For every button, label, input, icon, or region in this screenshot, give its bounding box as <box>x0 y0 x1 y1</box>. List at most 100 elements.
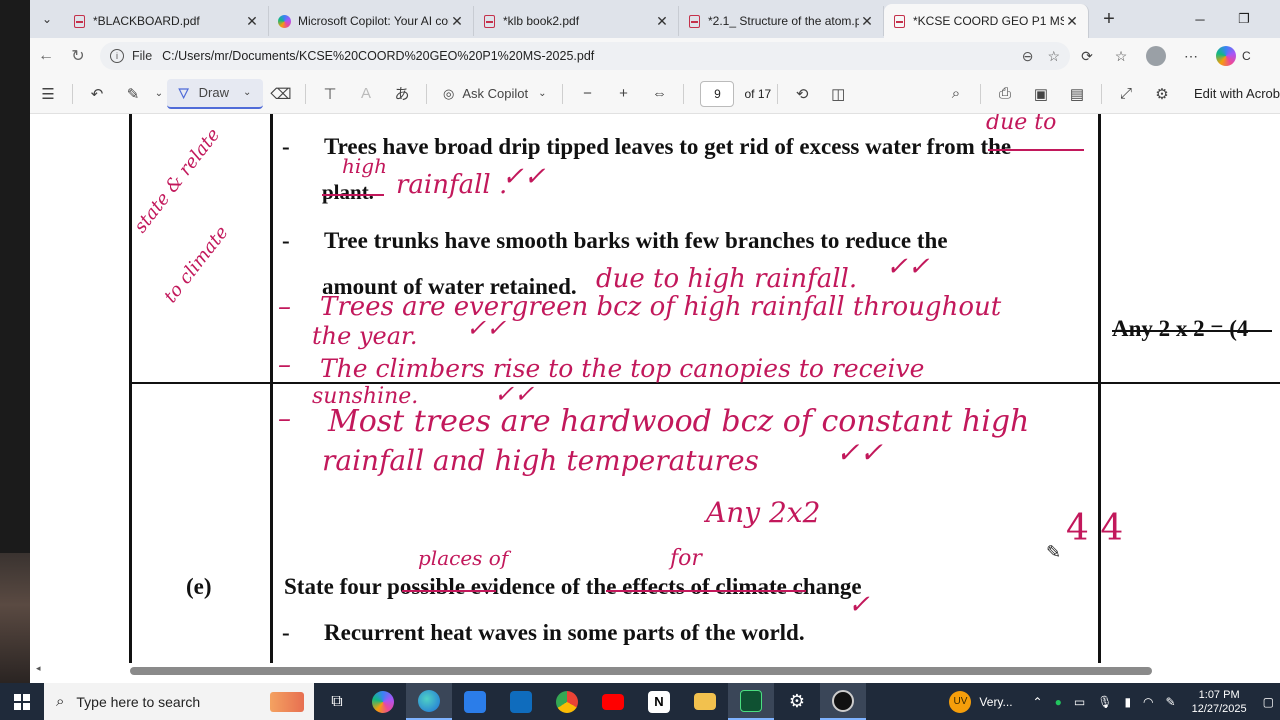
maximize-button[interactable]: ❐ <box>1222 0 1266 38</box>
doc-line-1: Trees have broad drip tipped leaves to g… <box>324 134 1012 159</box>
divider <box>1101 83 1102 104</box>
copilot-app-icon[interactable] <box>360 683 406 720</box>
search-icon[interactable]: ⌕ <box>938 79 974 109</box>
fullscreen-icon[interactable]: ⤢ <box>1108 79 1144 109</box>
tab-kcse-coord-geo[interactable]: *KCSE COORD GEO P1 MS-202 ✕ <box>884 4 1089 38</box>
contents-icon[interactable]: ☰ <box>30 79 66 109</box>
new-tab-button[interactable]: + <box>1089 8 1129 31</box>
ink-margin-note-1: state & relate <box>130 124 225 237</box>
page-number-input[interactable]: 9 <box>700 80 735 107</box>
search-icon: ⌕ <box>56 693 65 710</box>
file-explorer-app-icon[interactable] <box>682 683 728 720</box>
extensions-icon[interactable]: ⟳ <box>1070 48 1104 65</box>
url-field[interactable]: i File C:/Users/mr/Documents/KCSE%20COOR… <box>100 42 1070 70</box>
info-icon[interactable]: i <box>110 49 124 63</box>
chevron-down-icon[interactable]: ⌄ <box>151 79 167 109</box>
close-icon[interactable]: ✕ <box>1064 13 1080 30</box>
ask-copilot-button[interactable]: ◎ Ask Copilot ⌄ <box>433 79 556 109</box>
search-placeholder: Type here to search <box>76 693 201 710</box>
chrome-app-icon[interactable] <box>544 683 590 720</box>
obs-app-icon[interactable] <box>820 683 866 720</box>
chevron-up-icon[interactable]: ⌃ <box>1033 695 1043 709</box>
more-options-icon[interactable]: ⋯ <box>1174 48 1208 65</box>
clock[interactable]: 1:07 PM 12/27/2025 <box>1192 688 1247 716</box>
horizontal-scrollbar[interactable] <box>130 667 1152 675</box>
highlight-icon[interactable]: ✎ <box>115 79 151 109</box>
rotate-icon[interactable]: ⟲ <box>784 79 820 109</box>
read-aloud-icon[interactable]: A <box>348 79 384 109</box>
close-icon[interactable]: ✕ <box>859 13 875 30</box>
save-icon[interactable]: ▣ <box>1023 79 1059 109</box>
zoom-in-icon[interactable]: + <box>605 79 641 109</box>
weather-label[interactable]: Very... <box>979 695 1012 709</box>
edit-with-acrobat-button[interactable]: Edit with Acrob <box>1194 86 1280 101</box>
tab-blackboard[interactable]: *BLACKBOARD.pdf ✕ <box>64 6 269 36</box>
settings-app-icon[interactable]: ⚙ <box>774 683 820 720</box>
tab-list-button[interactable]: ⌄ <box>30 0 64 38</box>
pencil-cursor-icon: ✎ <box>1046 542 1062 562</box>
app-tray-icon[interactable]: ● <box>1055 695 1062 709</box>
ask-copilot-label: Ask Copilot <box>462 86 529 101</box>
settings-icon[interactable]: ⚙ <box>1144 79 1180 109</box>
pdf-toolbar: ☰ ↶ ✎ ⌄ ▽ Draw ⌄ ⌫ ⊤ A あ ◎ Ask Copilot ⌄… <box>30 74 1280 114</box>
weather-uv-badge[interactable]: UV <box>949 690 972 713</box>
undo-icon[interactable]: ↶ <box>79 79 115 109</box>
minimize-button[interactable]: ─ <box>1178 0 1222 38</box>
store-app-icon[interactable] <box>452 683 498 720</box>
close-icon[interactable]: ✕ <box>654 13 670 30</box>
save-as-icon[interactable]: ▤ <box>1059 79 1095 109</box>
taskbar-search[interactable]: ⌕ Type here to search <box>44 683 314 720</box>
ink-due-high-rainfall: due to high rainfall. <box>596 264 858 294</box>
table-border-left <box>129 114 132 663</box>
adobe-app-icon[interactable] <box>728 683 774 720</box>
edge-app-icon[interactable] <box>406 683 452 720</box>
strikethrough <box>606 590 806 592</box>
page-view-icon[interactable]: ◫ <box>820 79 856 109</box>
draw-button[interactable]: ▽ Draw ⌄ <box>167 78 263 109</box>
eraser-icon[interactable]: ⌫ <box>263 79 299 109</box>
favorites-icon[interactable]: ☆ <box>1104 48 1138 65</box>
clock-time: 1:07 PM <box>1198 688 1240 701</box>
bullet: - <box>282 620 290 645</box>
text-box-icon[interactable]: ⊤ <box>312 79 348 109</box>
draw-icon: ▽ <box>178 84 189 100</box>
back-icon[interactable]: ← <box>30 47 62 65</box>
ink-margin-note-2: to climate <box>160 222 233 307</box>
notification-icon[interactable]: ▢ <box>1263 695 1274 709</box>
close-icon[interactable]: ✕ <box>244 13 260 30</box>
tab-structure-of-atom[interactable]: *2.1_ Structure of the atom.pdf ✕ <box>679 6 884 36</box>
copilot-icon[interactable] <box>1216 46 1236 66</box>
draw-label: Draw <box>198 85 229 100</box>
refresh-icon[interactable]: ↻ <box>62 46 94 66</box>
start-button[interactable] <box>0 693 44 710</box>
close-icon[interactable]: ✕ <box>449 13 465 30</box>
tab-klb-book2[interactable]: *klb book2.pdf ✕ <box>474 6 679 36</box>
pdf-viewer[interactable]: - Trees have broad drip tipped leaves to… <box>30 114 1280 683</box>
translate-icon[interactable]: あ <box>384 79 420 109</box>
clock-date: 12/27/2025 <box>1191 702 1247 715</box>
fit-width-icon[interactable]: ⇔ <box>641 79 677 109</box>
profile-avatar[interactable] <box>1146 46 1166 66</box>
microphone-icon[interactable]: 🎙 <box>1097 695 1112 709</box>
favorite-star-icon[interactable]: ☆ <box>1047 48 1060 65</box>
camera-tray-icon[interactable]: ▭ <box>1074 695 1085 709</box>
tab-copilot[interactable]: Microsoft Copilot: Your AI comp ✕ <box>269 6 474 36</box>
zoom-icon[interactable]: ⊖ <box>1022 48 1034 65</box>
tab-label: Microsoft Copilot: Your AI comp <box>298 14 449 28</box>
taskbar: ⌕ Type here to search ⧉ N ⚙ UV Very... ⌃… <box>0 683 1280 720</box>
task-view-icon[interactable]: ⧉ <box>314 683 360 720</box>
battery-icon[interactable]: ▮ <box>1124 695 1131 709</box>
scroll-left-icon[interactable]: ◂ <box>36 663 41 674</box>
print-icon[interactable]: ⎙ <box>987 79 1023 109</box>
outlook-app-icon[interactable] <box>498 683 544 720</box>
ink-ticks: ✓✓ <box>466 314 507 342</box>
zoom-out-icon[interactable]: − <box>569 79 605 109</box>
url-text[interactable]: C:/Users/mr/Documents/KCSE%20COORD%20GEO… <box>162 49 1008 63</box>
pen-icon[interactable]: ✎ <box>1166 695 1176 709</box>
chevron-down-icon: ⌄ <box>538 88 547 99</box>
file-label: File <box>132 49 153 63</box>
strikethrough <box>322 194 384 196</box>
youtube-app-icon[interactable] <box>590 683 636 720</box>
notion-app-icon[interactable]: N <box>636 683 682 720</box>
wifi-icon[interactable]: ◠ <box>1143 695 1153 709</box>
